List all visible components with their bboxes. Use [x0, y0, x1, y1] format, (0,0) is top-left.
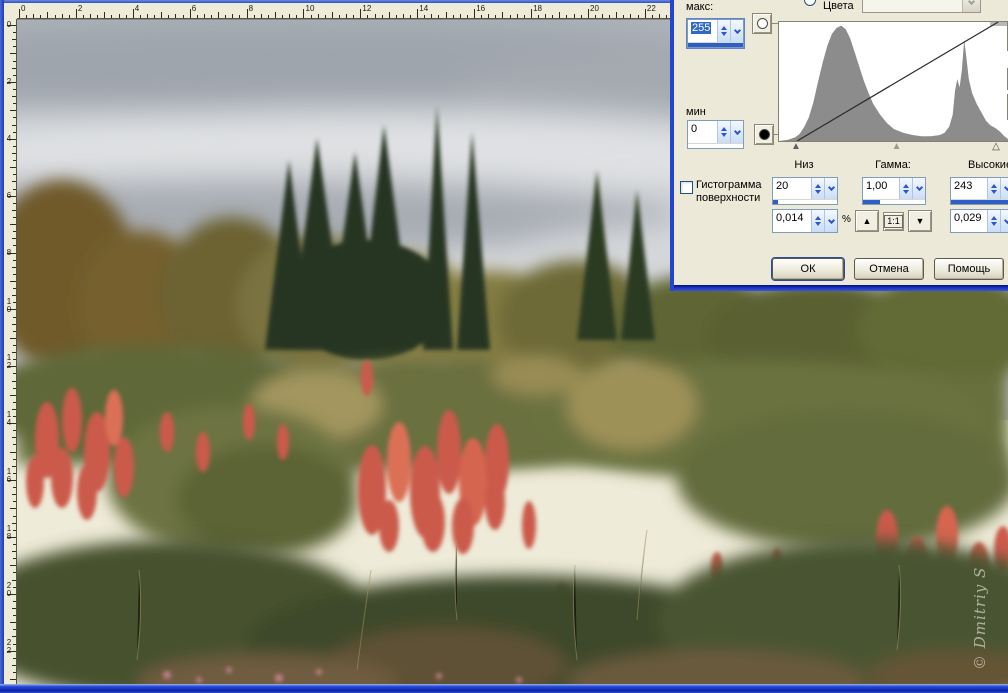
percent-label: % — [842, 214, 851, 226]
low-percent-value: 0,014 — [773, 210, 811, 232]
colors-radio[interactable] — [804, 0, 816, 6]
min-spin-dropdown-icon[interactable] — [730, 121, 743, 143]
high-spin-updown-icon[interactable] — [987, 178, 1000, 199]
dialog-bottom-border — [674, 285, 1008, 291]
gamma-value: 1,00 — [863, 178, 899, 199]
surface-histogram-label-1: Гистограмма — [696, 179, 762, 191]
colors-radio-label: Цвета — [823, 0, 854, 12]
ruler-corner — [4, 3, 17, 19]
ruler-number: 8 — [5, 249, 13, 257]
ratio-label: 1:1 — [884, 215, 903, 228]
ruler-number: 4 — [5, 135, 13, 143]
channel-combobox[interactable] — [862, 0, 981, 13]
ruler-number: 1 2 — [5, 354, 13, 370]
gamma-spinner[interactable]: 1,00 — [862, 177, 926, 205]
low-value: 20 — [773, 178, 811, 199]
low-percent-dropdown-icon[interactable] — [824, 210, 837, 232]
ruler-number: 10 — [306, 5, 315, 13]
max-spinner[interactable]: 255 — [687, 19, 744, 48]
app-window: © Dmitriy S 0246810121416182022 024681 0… — [0, 0, 1008, 693]
ruler-number: 1 0 — [5, 298, 13, 314]
high-percent-spinner[interactable]: 0,029 — [950, 209, 1008, 233]
white-point-button[interactable] — [752, 13, 772, 34]
white-point-icon — [757, 18, 768, 29]
high-percent-dropdown-icon[interactable] — [1000, 210, 1008, 232]
ruler-number: 16 — [476, 5, 485, 13]
ruler-number: 1 4 — [5, 411, 13, 427]
low-percent-updown-icon[interactable] — [811, 210, 824, 232]
vertical-ruler: 0 2 4 6 8 1 0 1 2 1 4 1 6 1 8 2 0 2 2 — [4, 19, 17, 684]
high-column-label: Высокие — [968, 159, 1008, 171]
ruler-number: 22 — [647, 5, 656, 13]
high-spin-dropdown-icon[interactable] — [1000, 178, 1008, 199]
gamma-column-label: Гамма: — [860, 159, 926, 171]
low-slider[interactable]: ▲ — [791, 141, 801, 152]
gamma-spin-dropdown-icon[interactable] — [912, 178, 925, 199]
ruler-number: 4 — [135, 5, 139, 13]
cancel-button[interactable]: Отмена — [854, 258, 924, 280]
min-spin-updown-icon[interactable] — [717, 121, 730, 143]
ruler-number: 0 — [5, 21, 13, 29]
max-label: макс: — [686, 1, 713, 13]
decrease-button[interactable]: ▼ — [908, 210, 932, 232]
ruler-number: 6 — [192, 5, 196, 13]
max-spin-dropdown-icon[interactable] — [730, 20, 743, 42]
gamma-spin-updown-icon[interactable] — [899, 178, 912, 199]
max-value: 255 — [691, 22, 711, 34]
photo-watermark: © Dmitriy S — [971, 650, 1008, 670]
levels-dialog: Цвета макс: 255 мин 0 — [670, 0, 1008, 291]
min-value: 0 — [688, 121, 717, 143]
surface-histogram-checkbox[interactable] — [680, 181, 693, 194]
black-point-button[interactable] — [754, 124, 774, 145]
high-spinner[interactable]: 243 — [950, 177, 1008, 205]
max-spin-updown-icon[interactable] — [717, 20, 730, 42]
window-bottom-border — [0, 684, 1008, 693]
ruler-number: 14 — [419, 5, 428, 13]
ruler-number: 2 2 — [5, 639, 13, 655]
down-triangle-icon: ▼ — [916, 217, 925, 226]
high-percent-value: 0,029 — [951, 210, 987, 232]
up-triangle-icon: ▲ — [863, 217, 872, 226]
ruler-number: 2 0 — [5, 582, 13, 598]
ratio-button[interactable]: 1:1 — [883, 212, 904, 231]
ruler-number: 12 — [362, 5, 371, 13]
high-value: 243 — [951, 178, 987, 199]
low-spin-updown-icon[interactable] — [811, 178, 824, 199]
ruler-number: 20 — [590, 5, 599, 13]
gamma-slider[interactable]: ▲ — [892, 141, 902, 152]
low-spinner[interactable]: 20 — [772, 177, 838, 205]
ruler-number: 1 8 — [5, 525, 13, 541]
levels-histogram[interactable] — [778, 21, 1008, 142]
help-button[interactable]: Помощь — [934, 258, 1004, 280]
increase-button[interactable]: ▲ — [855, 210, 879, 232]
ruler-number: 2 — [78, 5, 82, 13]
min-spinner[interactable]: 0 — [687, 120, 744, 149]
high-percent-updown-icon[interactable] — [987, 210, 1000, 232]
channel-combobox-value — [863, 0, 962, 12]
ruler-number: 8 — [249, 5, 253, 13]
min-label: мин — [686, 106, 706, 118]
ruler-number: 2 — [5, 78, 13, 86]
low-column-label: Низ — [770, 159, 838, 171]
high-slider[interactable]: △ — [992, 141, 1000, 152]
black-point-icon — [759, 129, 770, 140]
ruler-number: 6 — [5, 192, 13, 200]
surface-histogram-label-2: поверхности — [696, 192, 760, 204]
combobox-dropdown-icon[interactable] — [962, 0, 980, 12]
ruler-number: 0 — [21, 5, 25, 13]
ok-button[interactable]: ОК — [772, 258, 844, 280]
low-percent-spinner[interactable]: 0,014 — [772, 209, 838, 233]
low-spin-dropdown-icon[interactable] — [824, 178, 837, 199]
ruler-number: 1 6 — [5, 468, 13, 484]
ruler-number: 18 — [533, 5, 542, 13]
